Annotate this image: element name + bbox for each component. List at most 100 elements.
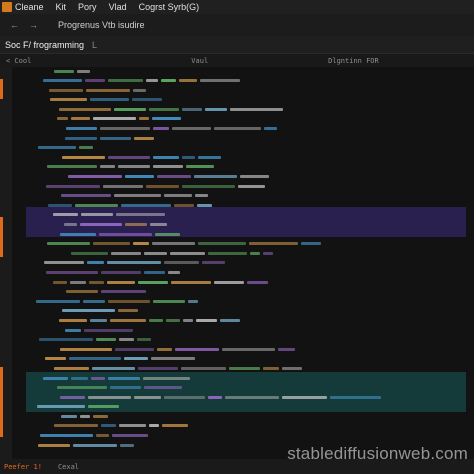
breadcrumb-left[interactable]: < Cool [6,57,31,65]
breadcrumb-mid: Vaul [191,56,209,65]
code-token [107,280,135,284]
code-line [12,364,474,374]
code-line [12,278,474,288]
accent-marker [0,217,3,257]
code-token [144,251,167,255]
code-token [89,280,104,284]
code-token [43,79,82,83]
code-line [12,412,474,422]
menu-item[interactable]: Cleane [15,2,44,12]
code-token [103,184,143,188]
code-token [36,299,80,303]
code-token [85,79,105,83]
code-token [170,251,205,255]
status-key: Peefer 1! [4,462,42,471]
code-token [186,165,214,169]
code-token [70,280,86,284]
code-line [12,125,474,135]
watermark: stablediffusionweb.com [287,444,468,463]
code-token [121,203,171,207]
code-token [100,136,131,140]
code-token [195,194,208,198]
code-token [66,127,97,131]
menu-item[interactable]: Pory [78,2,97,12]
code-token [202,261,225,265]
code-editor[interactable] [12,67,474,459]
code-line [12,393,474,403]
close-icon[interactable]: L [92,40,97,50]
code-line [12,355,474,365]
code-token [116,213,165,217]
code-token [119,424,146,428]
code-token [71,251,108,255]
code-token [96,434,109,438]
code-line [12,288,474,298]
menu-item[interactable]: Kit [56,2,67,12]
code-token [188,299,198,303]
tab-bar: Soc F/ frogramming L [0,36,474,54]
menu-bar: Cleane Kit Pory Vlad Cogrst Syrb(G) [0,0,474,14]
code-token [250,251,260,255]
code-token [125,175,154,179]
code-token [196,318,217,322]
code-line [12,422,474,432]
code-token [247,280,268,284]
code-line [12,115,474,125]
code-token [54,424,98,428]
breadcrumb-right: Dlgntinn FOR [328,56,379,65]
code-line [12,221,474,231]
code-token [50,98,87,102]
code-token [144,386,182,390]
code-token [164,194,192,198]
code-token [108,376,140,380]
code-token [65,136,97,140]
code-token [263,366,279,370]
program-label: Progrenus Vtb isudire [58,20,145,30]
code-token [146,184,179,188]
code-token [108,79,143,83]
code-token [101,290,146,294]
code-token [37,405,85,409]
code-token [230,107,283,111]
code-token [101,270,141,274]
code-token [153,127,169,131]
code-token [194,175,237,179]
code-token [84,328,133,332]
code-token [208,251,247,255]
code-token [183,318,193,322]
app-icon[interactable] [2,2,12,12]
code-token [157,347,172,351]
code-token [62,309,115,313]
code-token [47,165,97,169]
code-line [12,230,474,240]
code-token [166,318,180,322]
code-token [138,280,168,284]
code-token [65,328,81,332]
code-token [119,338,134,342]
code-line [12,307,474,317]
code-line [12,144,474,154]
code-token [133,242,149,246]
code-token [172,127,211,131]
code-token [38,146,76,150]
code-token [81,213,113,217]
code-token [278,347,295,351]
back-button[interactable]: ← [10,20,19,30]
code-token [53,213,78,217]
tab-editor[interactable]: Soc F/ frogramming L [0,40,105,50]
code-token [139,117,149,121]
accent-marker [0,79,3,99]
code-token [138,366,178,370]
menu-item[interactable]: Vlad [109,2,127,12]
code-token [240,175,269,179]
code-token [208,395,222,399]
code-token [152,242,195,246]
code-token [220,318,240,322]
code-token [101,424,116,428]
code-token [100,127,150,131]
code-token [40,434,93,438]
code-token [46,184,100,188]
forward-button[interactable]: → [29,20,38,30]
code-token [175,347,219,351]
menu-item[interactable]: Cogrst Syrb(G) [139,2,200,12]
